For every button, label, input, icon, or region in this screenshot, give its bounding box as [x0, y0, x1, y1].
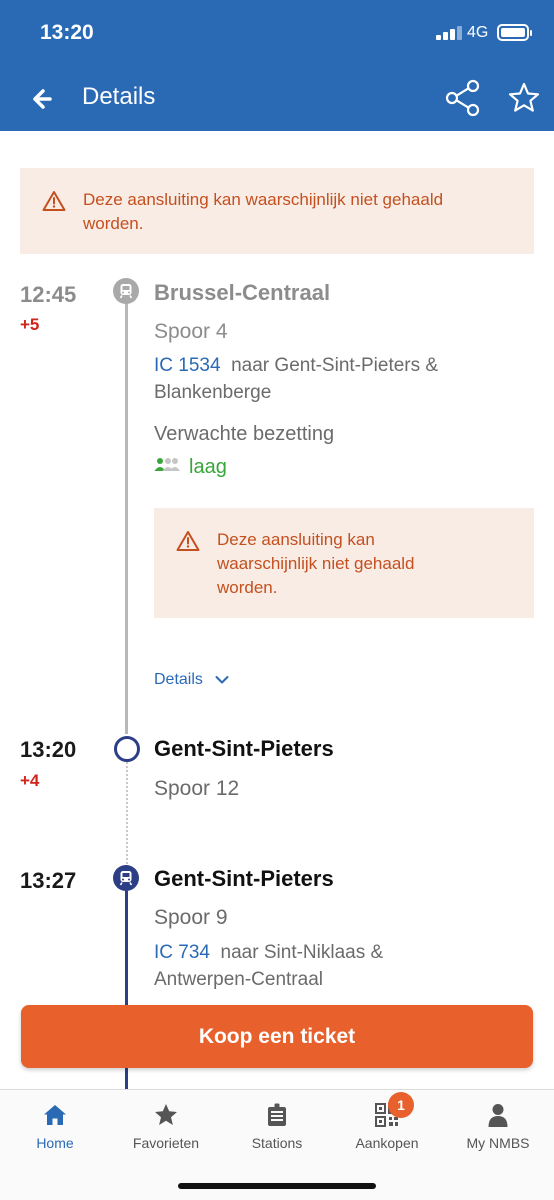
details-label: Details [154, 671, 203, 688]
warning-text-line: worden. [83, 214, 144, 233]
back-button[interactable] [28, 82, 62, 116]
platform: Spoor 9 [154, 906, 228, 929]
warning-text-line: waarschijnlijk niet gehaald [217, 554, 415, 573]
platform: Spoor 12 [154, 777, 240, 800]
tab-aankopen[interactable]: Aankopen [332, 1090, 442, 1160]
network-type: 4G [467, 24, 489, 41]
tab-label: Aankopen [355, 1135, 419, 1151]
details-toggle[interactable]: Details [154, 671, 229, 689]
status-bar: 13:20 4G [0, 0, 554, 62]
status-time: 13:20 [40, 21, 94, 44]
occupancy-people-icon [154, 458, 180, 471]
train-code: IC 1534 [154, 355, 221, 376]
battery-icon [497, 24, 532, 41]
train-destination: naar Sint-Niklaas & [220, 942, 384, 963]
train-info[interactable]: IC 1534 naar Gent-Sint-Pieters & Blanken… [154, 352, 514, 406]
warning-icon [176, 531, 200, 551]
home-icon [44, 1105, 66, 1125]
station-name: Gent-Sint-Pieters [154, 736, 334, 761]
timeline-transfer-segment [126, 762, 128, 864]
connection-warning-banner: Deze aansluiting kan waarschijnlijk niet… [20, 168, 534, 254]
tab-label: Stations [251, 1135, 303, 1151]
timeline-segment-past [125, 300, 128, 734]
journey-details: Deze aansluiting kan waarschijnlijk niet… [0, 131, 554, 1089]
platform: Spoor 4 [154, 320, 228, 343]
stop-time: 13:20 [20, 737, 77, 762]
stop-delay: +4 [20, 771, 40, 790]
stop-time: 12:45 [20, 282, 77, 307]
tab-stations[interactable]: Stations [222, 1090, 332, 1160]
stop-delay: +5 [20, 315, 40, 334]
tab-label: Favorieten [132, 1135, 200, 1151]
signal-icon [436, 26, 464, 40]
arrow-left-icon [33, 89, 52, 109]
person-icon [488, 1104, 508, 1127]
warning-text-line: worden. [217, 578, 278, 597]
chevron-down-icon [215, 675, 229, 684]
train-destination: Antwerpen-Centraal [154, 969, 323, 990]
page-title: Details [82, 83, 156, 110]
tab-label: Home [36, 1135, 74, 1151]
station-name: Gent-Sint-Pieters [154, 866, 334, 891]
buy-ticket-button[interactable]: Koop een ticket [21, 1005, 533, 1068]
tab-my-nmbs[interactable]: My NMBS [443, 1090, 553, 1160]
tab-label: My NMBS [466, 1135, 530, 1151]
station-board-icon [268, 1103, 286, 1126]
station-name: Brussel-Centraal [154, 280, 331, 305]
share-button[interactable] [443, 78, 483, 118]
train-code: IC 734 [154, 942, 210, 963]
star-icon [155, 1104, 177, 1125]
favorite-button[interactable] [506, 80, 542, 116]
warning-text-line: Deze aansluiting kan waarschijnlijk niet… [83, 190, 444, 209]
app-screen: 13:20 4G Details Deze aansluiting kan wa… [0, 0, 554, 1200]
train-destination: Blankenberge [154, 382, 272, 403]
train-stop-icon [113, 278, 139, 304]
train-destination: naar Gent-Sint-Pieters & [231, 355, 439, 376]
star-outline-icon [508, 82, 540, 112]
app-header: 13:20 4G Details [0, 0, 554, 131]
train-info[interactable]: IC 734 naar Sint-Niklaas & Antwerpen-Cen… [154, 939, 514, 993]
stop-node-icon [114, 736, 140, 762]
stop-time: 13:27 [20, 868, 77, 893]
warning-text-line: Deze aansluiting kan [217, 530, 375, 549]
tab-favorieten[interactable]: Favorieten [111, 1090, 221, 1160]
train-stop-icon [113, 865, 139, 891]
share-icon [445, 79, 480, 117]
tab-home[interactable]: Home [0, 1090, 110, 1160]
purchases-badge: 1 [388, 1092, 414, 1118]
occupancy-label: Verwachte bezetting [154, 423, 335, 445]
warning-icon [42, 191, 66, 211]
connection-warning-box: Deze aansluiting kan waarschijnlijk niet… [154, 508, 534, 618]
occupancy-value: laag [189, 456, 227, 478]
home-indicator [178, 1183, 376, 1189]
